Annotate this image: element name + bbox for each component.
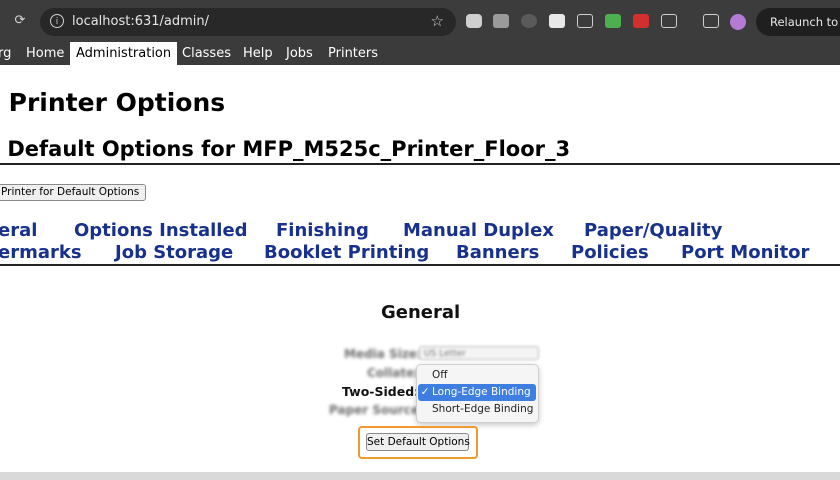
set-default-options-button[interactable]: Set Default Options (366, 433, 470, 451)
url-text: localhost:631/admin/ (72, 14, 210, 29)
browser-toolbar: ⟳ i localhost:631/admin/ ☆ Relaunch to u… (0, 0, 840, 42)
media-size-label: Media Size: (344, 347, 422, 361)
option-short-edge-binding[interactable]: Short-Edge Binding (418, 401, 536, 418)
media-size-select[interactable]: US Letter (419, 346, 539, 360)
divider (0, 264, 840, 266)
chart-icon[interactable] (493, 14, 509, 28)
relaunch-button[interactable]: Relaunch to up (756, 8, 840, 36)
address-bar[interactable]: i localhost:631/admin/ ☆ (40, 8, 456, 36)
divider (0, 163, 840, 165)
option-long-edge-label: Long-Edge Binding (432, 386, 531, 398)
nav-item-administration[interactable]: Administration (70, 42, 178, 65)
puzzle-icon[interactable] (661, 14, 677, 28)
tab-finishing[interactable]: Finishing (276, 220, 369, 241)
tab-watermarks[interactable]: ermarks (0, 242, 82, 263)
collate-label: Collate: (367, 366, 420, 380)
side-panel-icon[interactable] (703, 14, 719, 28)
option-off[interactable]: Off (418, 367, 536, 384)
code-icon[interactable] (549, 14, 565, 28)
tab-policies[interactable]: Policies (571, 242, 649, 263)
bookmark-star-icon[interactable]: ☆ (431, 12, 444, 30)
nav-item-classes[interactable]: Classes (182, 42, 231, 65)
rectangle-icon[interactable] (577, 14, 593, 28)
nav-item-jobs[interactable]: Jobs (286, 42, 313, 65)
paper-source-label: Paper Source: (329, 403, 424, 417)
nav-item-org[interactable]: rg (0, 42, 11, 65)
camera-icon[interactable] (466, 14, 482, 28)
option-long-edge-binding[interactable]: ✓ Long-Edge Binding (418, 384, 536, 401)
tab-manual-duplex[interactable]: Manual Duplex (403, 220, 554, 241)
two-sided-label: Two-Sided: (342, 384, 420, 399)
page-title: t Printer Options (0, 88, 226, 117)
checkmark-icon: ✓ (420, 386, 430, 398)
query-printer-button[interactable]: Printer for Default Options (0, 184, 147, 201)
nav-item-home[interactable]: Home (26, 42, 64, 65)
tab-general[interactable]: eral (0, 220, 37, 241)
tab-booklet-printing[interactable]: Booklet Printing (264, 242, 429, 263)
tab-options-installed[interactable]: Options Installed (74, 220, 248, 241)
section-title: General (381, 302, 461, 323)
reload-icon[interactable]: ⟳ (10, 11, 30, 31)
nav-item-printers[interactable]: Printers (328, 42, 378, 65)
tab-port-monitor[interactable]: Port Monitor (681, 242, 809, 263)
tab-job-storage[interactable]: Job Storage (115, 242, 233, 263)
cups-nav-bar: rg Home Administration Classes Help Jobs… (0, 42, 840, 65)
option-off-label: Off (432, 369, 448, 381)
option-short-edge-label: Short-Edge Binding (432, 403, 534, 415)
nav-item-help[interactable]: Help (243, 42, 273, 65)
pdf-icon[interactable] (633, 14, 649, 28)
profile-avatar[interactable] (730, 14, 746, 30)
site-info-icon[interactable]: i (50, 14, 64, 28)
green-extension-icon[interactable] (605, 14, 621, 28)
tab-paper-quality[interactable]: Paper/Quality (584, 220, 722, 241)
page-subtitle: t Default Options for MFP_M525c_Printer_… (0, 137, 571, 161)
two-sided-dropdown[interactable]: Off ✓ Long-Edge Binding Short-Edge Bindin… (416, 364, 539, 423)
circle-icon[interactable] (521, 14, 537, 28)
bottom-bar (0, 472, 840, 480)
tab-banners[interactable]: Banners (456, 242, 539, 263)
